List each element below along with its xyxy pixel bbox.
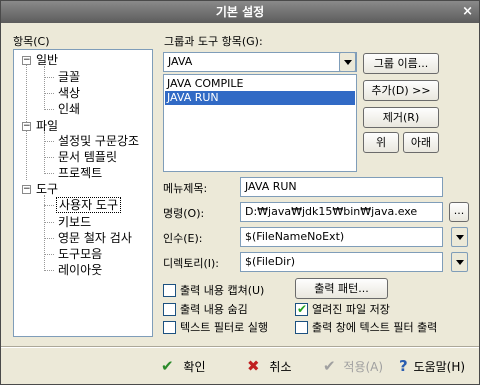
expand-file-icon[interactable]: − [22,122,31,131]
tree-item-syntax[interactable]: 설정및 구문강조 [58,134,139,148]
move-up-button[interactable]: 위 [363,132,399,153]
filter-output-checkbox[interactable] [295,321,308,334]
text-filter-checkbox[interactable] [163,321,176,334]
tree-group-general[interactable]: 일반 [36,53,58,67]
tree-item-project[interactable]: 프로젝트 [58,166,102,180]
arguments-label: 인수(E): [163,232,203,245]
apply-label: 적용(A) [343,360,384,374]
tool-list[interactable]: JAVA COMPILE JAVA RUN [163,74,357,172]
directory-input[interactable]: $(FileDir) [240,252,443,272]
expand-tools-icon[interactable]: − [22,185,31,194]
list-item[interactable]: JAVA RUN [165,91,355,105]
help-button[interactable]: ? 도움말(H) [399,357,465,375]
chevron-down-icon[interactable] [451,227,468,247]
hide-output-checkbox[interactable] [163,303,176,316]
tree-item-keyboard[interactable]: 키보드 [58,215,91,229]
remove-button[interactable]: 제거(R) [363,107,439,128]
browse-button[interactable]: ... [449,202,469,222]
tree-group-tools[interactable]: 도구 [36,182,58,196]
menu-title-label: 메뉴제목: [163,182,208,195]
question-icon: ? [399,357,408,375]
output-pattern-button[interactable]: 출력 패턴... [295,278,388,299]
save-open-files-label: 열려진 파일 저장 [312,303,390,316]
tree-item-spellcheck[interactable]: 영문 철자 검사 [58,231,132,245]
command-label: 명령(O): [163,207,205,220]
arguments-input[interactable]: $(FileNameNoExt) [240,227,443,247]
footer-divider [1,346,479,348]
categories-label: 항목(C) [13,35,50,48]
tree-item-toolbar[interactable]: 도구모음 [58,247,102,261]
apply-button[interactable]: ✔ 적용(A) [323,357,383,375]
group-name-button[interactable]: 그룹 이름... [363,53,439,74]
preferences-dialog: 기본 설정 × 항목(C) − 일반 글꼴 색상 인쇄 − 파일 설정및 구문강… [0,0,480,385]
add-button[interactable]: 추가(D) >> [363,80,439,101]
tree-item-layout[interactable]: 레이아웃 [58,263,102,277]
checkmark-icon: ✔ [323,357,336,375]
close-icon[interactable]: × [462,1,473,23]
capture-output-checkbox[interactable] [163,284,176,297]
chevron-down-icon[interactable] [451,252,468,272]
hide-output-label: 출력 내용 숨김 [180,303,248,316]
group-select[interactable]: JAVA [163,52,357,72]
title-bar[interactable]: 기본 설정 × [1,1,479,23]
tree-group-file[interactable]: 파일 [36,119,58,133]
tree-item-print[interactable]: 인쇄 [58,102,80,116]
x-icon: ✖ [247,357,260,375]
group-tools-label: 그룹과 도구 항목(G): [164,35,263,48]
directory-label: 디렉토리(I): [163,257,220,270]
category-tree[interactable]: − 일반 글꼴 색상 인쇄 − 파일 설정및 구문강조 문서 템플릿 프로젝트 … [13,49,153,337]
tree-item-user-tools[interactable]: 사용자 도구 [56,197,122,213]
text-filter-label: 텍스트 필터로 실행 [180,321,268,334]
ok-label: 확인 [183,360,206,374]
list-item[interactable]: JAVA COMPILE [165,77,355,91]
move-down-button[interactable]: 아래 [403,132,439,153]
window-title: 기본 설정 [215,5,265,19]
filter-output-label: 출력 창에 텍스트 필터 출력 [312,321,438,334]
menu-title-input[interactable]: JAVA RUN [240,177,443,197]
expand-general-icon[interactable]: − [22,56,31,65]
tree-item-font[interactable]: 글꼴 [58,70,80,84]
ok-button[interactable]: ✔ 확인 [161,357,206,375]
capture-output-label: 출력 내용 캡쳐(U) [180,284,265,297]
cancel-label: 취소 [269,360,292,374]
chevron-down-icon[interactable] [339,52,356,72]
command-input[interactable]: D:₩java₩jdk15₩bin₩java.exe [240,202,443,222]
tree-item-color[interactable]: 색상 [58,86,80,100]
checkmark-icon: ✔ [297,302,308,316]
save-open-files-checkbox[interactable]: ✔ [295,302,308,316]
cancel-button[interactable]: ✖ 취소 [247,357,292,375]
tree-item-templates[interactable]: 문서 템플릿 [58,150,117,164]
help-label: 도움말(H) [413,360,466,374]
checkmark-icon: ✔ [161,357,174,375]
